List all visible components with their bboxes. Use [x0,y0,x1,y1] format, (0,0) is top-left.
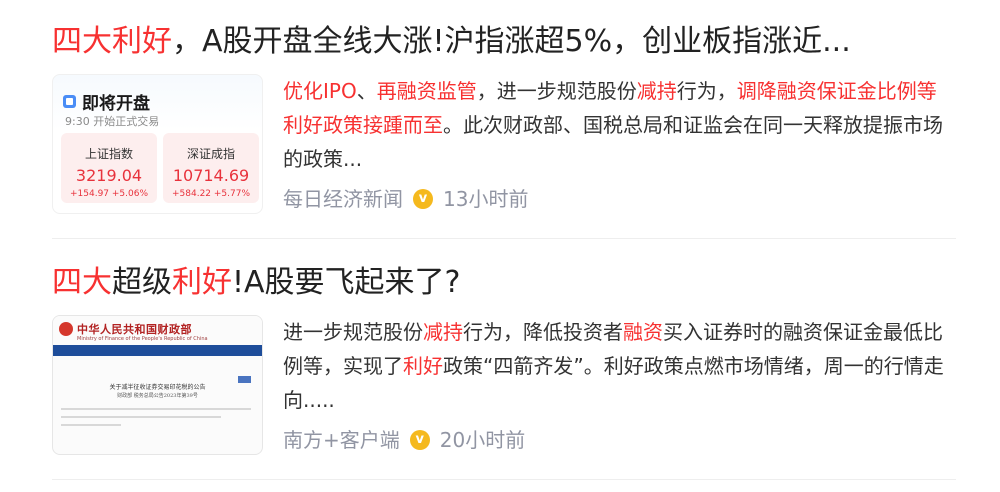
publish-time: 20小时前 [439,428,526,452]
market-icon [63,95,76,108]
snippet-text: 进一步规范股份 [283,320,423,344]
thumb-heading: 即将开盘 [63,89,150,114]
snippet-highlight: 再融资监管 [376,79,477,103]
thumb-heading-text: 即将开盘 [82,94,150,114]
index-name: 深证成指 [186,147,235,161]
index-value: 10714.69 [172,166,250,185]
verified-v-icon: v [409,430,430,450]
result-thumbnail[interactable]: 中华人民共和国财政部 Ministry of Finance of the Pe… [52,315,263,455]
snippet-highlight: 优化IPO [283,79,357,103]
verified-v-icon: v [413,189,433,209]
search-result-1: 四大利好，A股开盘全线大涨!沪指涨超5%，创业板指涨近... 即将开盘 9:30… [52,14,956,239]
snippet-highlight: 减持 [636,79,677,103]
index-name: 上证指数 [84,147,133,161]
doc-text-line [61,408,251,410]
index-box-sz: 深证成指 10714.69 +584.22 +5.77% [163,133,259,203]
source-name[interactable]: 每日经济新闻 [283,184,403,214]
title-highlight: 利好 [172,265,232,300]
doc-text-line [61,424,121,426]
result-source-line: 南方+客户端 v 20小时前 [283,425,525,455]
index-box-sh: 上证指数 3219.04 +154.97 +5.06% [61,133,157,203]
doc-text-line [61,416,221,418]
doc-subtitle: 财政部 税务总局公告2023年第39号 [117,393,198,399]
result-snippet: 进一步规范股份减持行为，降低投资者融资买入证券时的融资保证金最低比例等，实现了利… [283,315,953,417]
publish-time: 13小时前 [443,187,529,211]
site-name: 中华人民共和国财政部 [77,323,192,336]
result-title-link[interactable]: 四大利好，A股开盘全线大涨!沪指涨超5%，创业板指涨近... [52,22,851,62]
title-text: ，A股开盘全线大涨!沪指涨超5%，创业板指涨近... [172,24,851,59]
result-title-link[interactable]: 四大超级利好!A股要飞起来了? [52,263,460,303]
result-snippet: 优化IPO、再融资监管，进一步规范股份减持行为，调降融资保证金比例等利好政策接踵… [283,74,953,176]
site-nav-bar [53,345,262,383]
snippet-text: 行为，降低投资者 [463,320,623,344]
doc-title: 关于减半征收证券交易印花税的公告 [109,384,206,391]
index-change: +154.97 +5.06% [69,189,149,199]
index-change: +584.22 +5.77% [171,189,251,199]
snippet-highlight: 减持 [423,320,463,344]
result-divider [52,479,956,480]
snippet-text: 行为， [676,79,737,103]
title-text: 超级 [112,265,172,300]
site-name-en: Ministry of Finance of the People's Repu… [77,336,208,342]
result-divider [52,238,956,239]
index-value: 3219.04 [75,166,143,185]
national-emblem-icon [59,322,73,336]
title-highlight: 四大利好 [52,24,172,59]
title-highlight: 四大 [52,265,112,300]
snippet-highlight: 融资 [623,320,663,344]
result-source-line: 每日经济新闻 v 13小时前 [283,184,528,214]
snippet-text: 、 [356,79,377,103]
search-result-2: 四大超级利好!A股要飞起来了? 中华人民共和国财政部 Ministry of F… [52,255,956,480]
thumb-subheading: 9:30 开始正式交易 [65,115,160,128]
snippet-highlight: 利好 [403,354,443,378]
title-text: !A股要飞起来了? [232,265,461,300]
snippet-text: ，进一步规范股份 [476,79,637,103]
result-thumbnail[interactable]: 即将开盘 9:30 开始正式交易 上证指数 3219.04 +154.97 +5… [52,74,263,214]
source-name[interactable]: 南方+客户端 [283,425,400,455]
